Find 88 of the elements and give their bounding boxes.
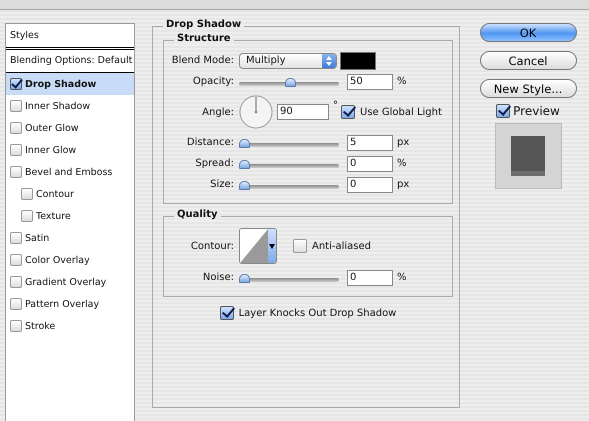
shadow-color-swatch[interactable]	[340, 52, 376, 70]
dialog-button[interactable]: New Style...	[480, 79, 576, 98]
style-label: Inner Glow	[25, 144, 76, 156]
checkbox[interactable]	[10, 144, 22, 156]
group-title: Quality	[174, 209, 221, 220]
unit-label: px	[397, 179, 410, 190]
style-label: Contour	[36, 188, 74, 200]
checkbox[interactable]	[341, 105, 355, 119]
checkbox[interactable]	[10, 78, 22, 90]
slider[interactable]	[239, 180, 339, 190]
slider[interactable]	[239, 76, 339, 86]
checkbox[interactable]	[220, 306, 234, 320]
style-item[interactable]: Satin	[6, 227, 134, 249]
style-label: Color Overlay	[25, 254, 90, 266]
unit-label: °	[333, 100, 339, 111]
value-field[interactable]: 0	[347, 156, 393, 172]
unit-label: %	[397, 76, 408, 87]
field-label: Size:	[209, 179, 234, 190]
group-title: Structure	[174, 33, 234, 44]
field-label: Distance:	[186, 137, 234, 148]
style-item[interactable]: Contour	[6, 183, 134, 205]
checkbox[interactable]	[10, 298, 22, 310]
value-field[interactable]: 50	[347, 74, 393, 90]
checkbox[interactable]	[10, 254, 22, 266]
checkbox-label: Layer Knocks Out Drop Shadow	[238, 308, 396, 318]
field-label: Angle:	[201, 106, 234, 118]
slider[interactable]	[239, 138, 339, 148]
style-label: Outer Glow	[25, 122, 79, 134]
checkbox-label: Use Global Light	[360, 106, 442, 118]
style-item[interactable]: Drop Shadow	[6, 73, 134, 95]
slider-thumb[interactable]	[239, 180, 250, 190]
style-label: Pattern Overlay	[25, 298, 100, 310]
slider-thumb[interactable]	[239, 274, 250, 282]
unit-label: px	[397, 137, 410, 148]
checkbox[interactable]	[21, 188, 33, 200]
style-item[interactable]: Bevel and Emboss	[6, 161, 134, 183]
value-field[interactable]: 90	[277, 104, 329, 120]
unit-label: %	[397, 272, 408, 283]
preview-thumbnail	[494, 123, 562, 189]
checkbox-label: Preview	[513, 104, 560, 118]
style-label: Inner Shadow	[25, 100, 90, 112]
slider[interactable]	[239, 272, 339, 282]
styles-header: Styles	[6, 24, 134, 50]
field-label: Opacity:	[192, 76, 234, 87]
group-title: Drop Shadow	[163, 19, 244, 30]
blend-mode-dropdown[interactable]: Multiply	[239, 52, 337, 68]
value-field[interactable]: 0	[347, 270, 393, 286]
style-item[interactable]: Gradient Overlay	[6, 271, 134, 293]
checkbox[interactable]	[10, 122, 22, 134]
dialog-button[interactable]: OK	[480, 23, 576, 42]
style-label: Texture	[36, 210, 71, 222]
field-label: Spread:	[194, 158, 234, 169]
caret-icon	[269, 244, 275, 248]
style-label: Stroke	[25, 320, 56, 332]
checkbox[interactable]	[10, 166, 22, 178]
slider[interactable]	[239, 158, 339, 168]
dialog-button[interactable]: Cancel	[480, 51, 576, 70]
slider-thumb[interactable]	[239, 138, 250, 148]
field-label: Contour:	[190, 240, 234, 252]
unit-label: %	[397, 158, 408, 169]
value-field[interactable]: 0	[347, 176, 393, 192]
style-label: Satin	[25, 232, 50, 244]
checkbox[interactable]	[10, 320, 22, 332]
style-item[interactable]: Outer Glow	[6, 117, 134, 139]
checkbox[interactable]	[496, 104, 510, 118]
field-label: Noise:	[202, 272, 234, 283]
style-item[interactable]: Stroke	[6, 315, 134, 337]
style-label: Bevel and Emboss	[25, 166, 112, 178]
style-label: Drop Shadow	[25, 78, 96, 90]
stepper-arrows-icon	[326, 56, 332, 66]
checkbox[interactable]	[10, 232, 22, 244]
style-label: Gradient Overlay	[25, 276, 106, 288]
slider-thumb[interactable]	[285, 78, 296, 86]
style-item[interactable]: Inner Glow	[6, 139, 134, 161]
style-item[interactable]: Pattern Overlay	[6, 293, 134, 315]
slider-thumb[interactable]	[239, 160, 250, 168]
style-item[interactable]: Color Overlay	[6, 249, 134, 271]
contour-picker[interactable]	[239, 228, 277, 264]
style-item[interactable]: Texture	[6, 205, 134, 227]
checkbox[interactable]	[293, 239, 307, 253]
checkbox[interactable]	[21, 210, 33, 222]
style-item[interactable]: Inner Shadow	[6, 95, 134, 117]
blend-mode-label: Blend Mode:	[170, 55, 234, 66]
checkbox[interactable]	[10, 100, 22, 112]
checkbox-label: Anti-aliased	[312, 240, 372, 252]
checkbox[interactable]	[10, 276, 22, 288]
angle-dial[interactable]	[239, 95, 273, 129]
value-field[interactable]: 5	[347, 134, 393, 150]
